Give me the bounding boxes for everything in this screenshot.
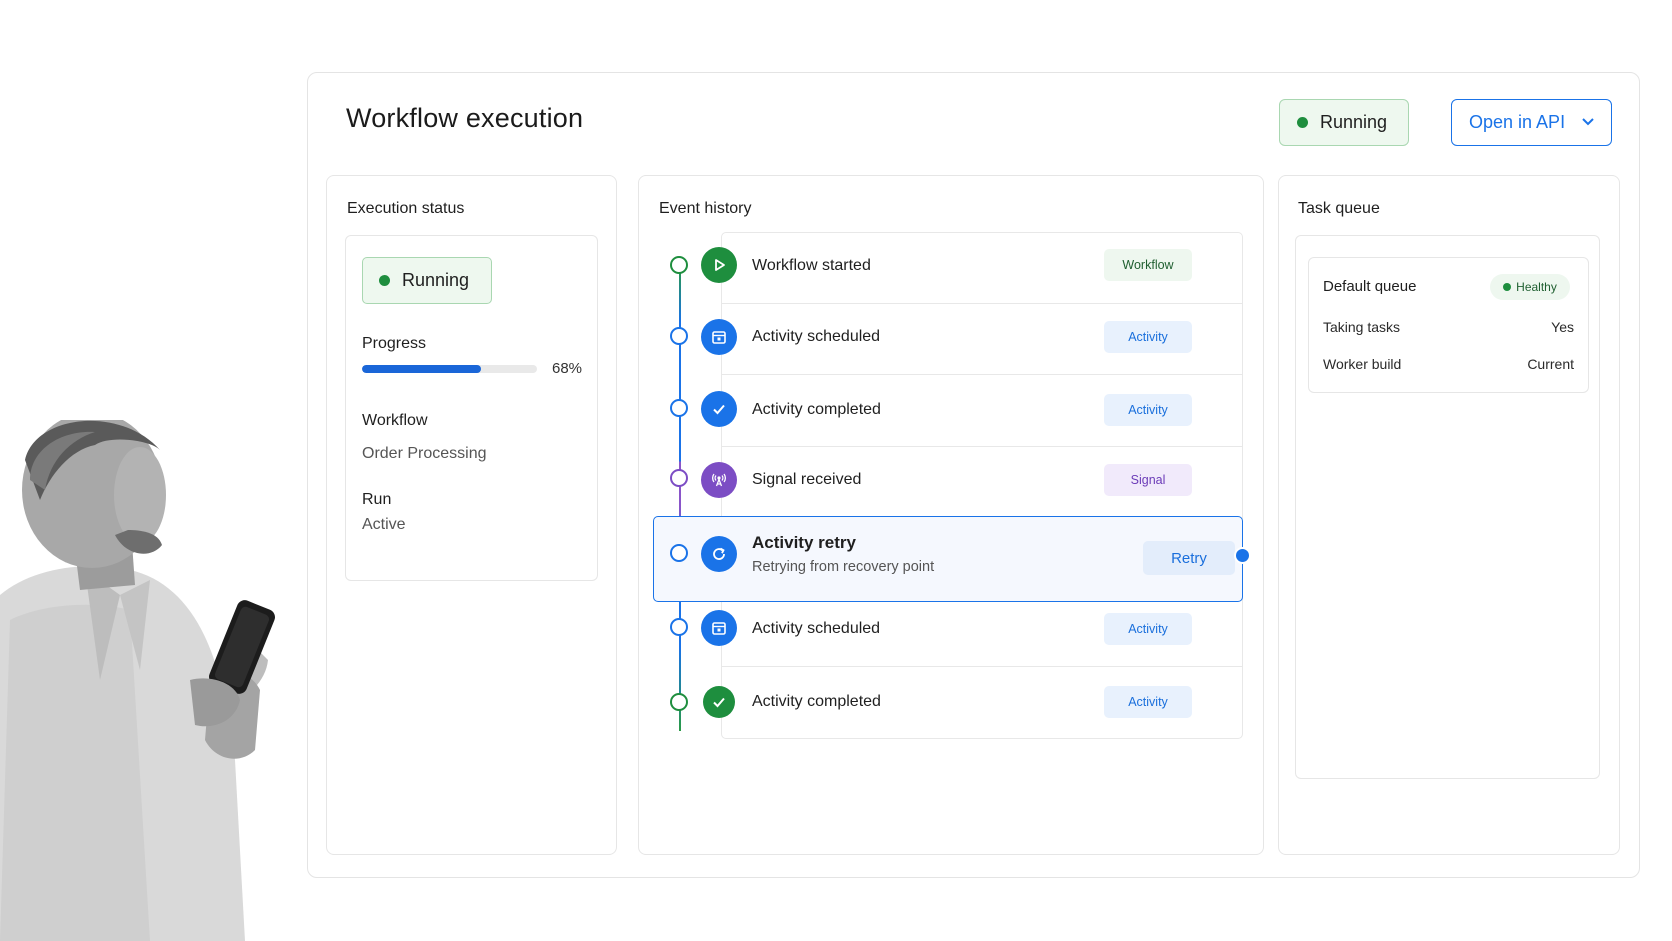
drag-handle[interactable] bbox=[1234, 547, 1251, 564]
event-row-selected[interactable]: Retry bbox=[653, 516, 1251, 602]
event-label: Activity scheduled bbox=[752, 328, 881, 345]
event-label: Activity completed bbox=[752, 401, 881, 418]
event-tag: Activity bbox=[1104, 321, 1192, 353]
queue-card[interactable]: Default queue Healthy Taking tasks Yes W… bbox=[1308, 257, 1589, 393]
progress-label: Progress bbox=[362, 335, 427, 352]
queue-row-key: Worker build bbox=[1323, 356, 1402, 372]
run-label: Run bbox=[362, 491, 392, 508]
timeline-node bbox=[670, 469, 688, 487]
play-icon bbox=[701, 247, 737, 283]
task-queue-container: Default queue Healthy Taking tasks Yes W… bbox=[1295, 235, 1600, 779]
check-icon bbox=[701, 391, 737, 427]
workflow-card: Workflow execution Running Open in API E… bbox=[307, 72, 1640, 878]
timeline-node bbox=[670, 693, 688, 711]
open-in-api-label: Open in API bbox=[1469, 112, 1566, 132]
signal-icon bbox=[701, 462, 737, 498]
task-queue-panel: Task queue Default queue Healthy Taking … bbox=[1278, 175, 1620, 855]
queue-row-value: Current bbox=[1527, 356, 1574, 372]
task-queue-title: Task queue bbox=[1298, 200, 1380, 217]
status-label: Running bbox=[1320, 112, 1388, 132]
timeline-node bbox=[670, 399, 688, 417]
event-history-title: Event history bbox=[659, 200, 752, 217]
health-label: Healthy bbox=[1516, 280, 1557, 294]
event-tag: Activity bbox=[1104, 613, 1192, 645]
execution-status-title: Execution status bbox=[347, 200, 465, 217]
timeline-node bbox=[670, 544, 688, 562]
chevron-down-icon bbox=[1582, 118, 1594, 126]
progress-bar bbox=[362, 365, 537, 373]
status-badge: Running bbox=[1279, 99, 1409, 146]
event-label: Workflow started bbox=[752, 257, 871, 274]
execution-status-badge: Running bbox=[362, 257, 492, 304]
event-history-panel: Event history Workflow started Workflow … bbox=[638, 175, 1264, 855]
workflow-label: Workflow bbox=[362, 412, 428, 429]
health-dot-icon bbox=[1503, 283, 1512, 291]
event-tag: Activity bbox=[1104, 686, 1192, 718]
workflow-value: Order Processing bbox=[362, 445, 487, 462]
queue-row-value: Yes bbox=[1551, 319, 1574, 335]
retry-button[interactable]: Retry bbox=[1143, 541, 1235, 575]
status-dot-icon bbox=[1297, 117, 1308, 128]
progress-percent: 68% bbox=[552, 360, 583, 377]
execution-status-card: Running Progress 68% Workflow Order Proc… bbox=[345, 235, 598, 581]
timeline-node bbox=[670, 618, 688, 636]
queue-name: Default queue bbox=[1323, 278, 1417, 295]
open-in-api-button[interactable]: Open in API bbox=[1451, 99, 1612, 146]
run-value: Active bbox=[362, 516, 406, 533]
event-sublabel: Retrying from recovery point bbox=[752, 559, 935, 575]
health-badge: Healthy bbox=[1490, 274, 1570, 300]
event-label: Activity completed bbox=[752, 693, 881, 710]
event-label: Activity scheduled bbox=[752, 620, 881, 637]
progress-bar-fill bbox=[362, 365, 481, 373]
timeline-node bbox=[670, 256, 688, 274]
queue-row-key: Taking tasks bbox=[1323, 319, 1401, 335]
execution-status-panel: Execution status Running Progress 68% Wo… bbox=[326, 175, 617, 855]
check-icon bbox=[703, 686, 735, 718]
event-label: Signal received bbox=[752, 471, 862, 488]
event-tag: Workflow bbox=[1104, 249, 1192, 281]
refresh-icon bbox=[701, 536, 737, 572]
event-tag: Activity bbox=[1104, 394, 1192, 426]
timeline-node bbox=[670, 327, 688, 345]
calendar-icon bbox=[701, 610, 737, 646]
event-label: Activity retry bbox=[752, 533, 856, 552]
person-photo bbox=[0, 420, 300, 941]
status-dot-icon bbox=[379, 275, 390, 286]
event-tag: Signal bbox=[1104, 464, 1192, 496]
calendar-icon bbox=[701, 319, 737, 355]
page-title: Workflow execution bbox=[346, 103, 584, 133]
execution-status-label: Running bbox=[402, 270, 470, 290]
